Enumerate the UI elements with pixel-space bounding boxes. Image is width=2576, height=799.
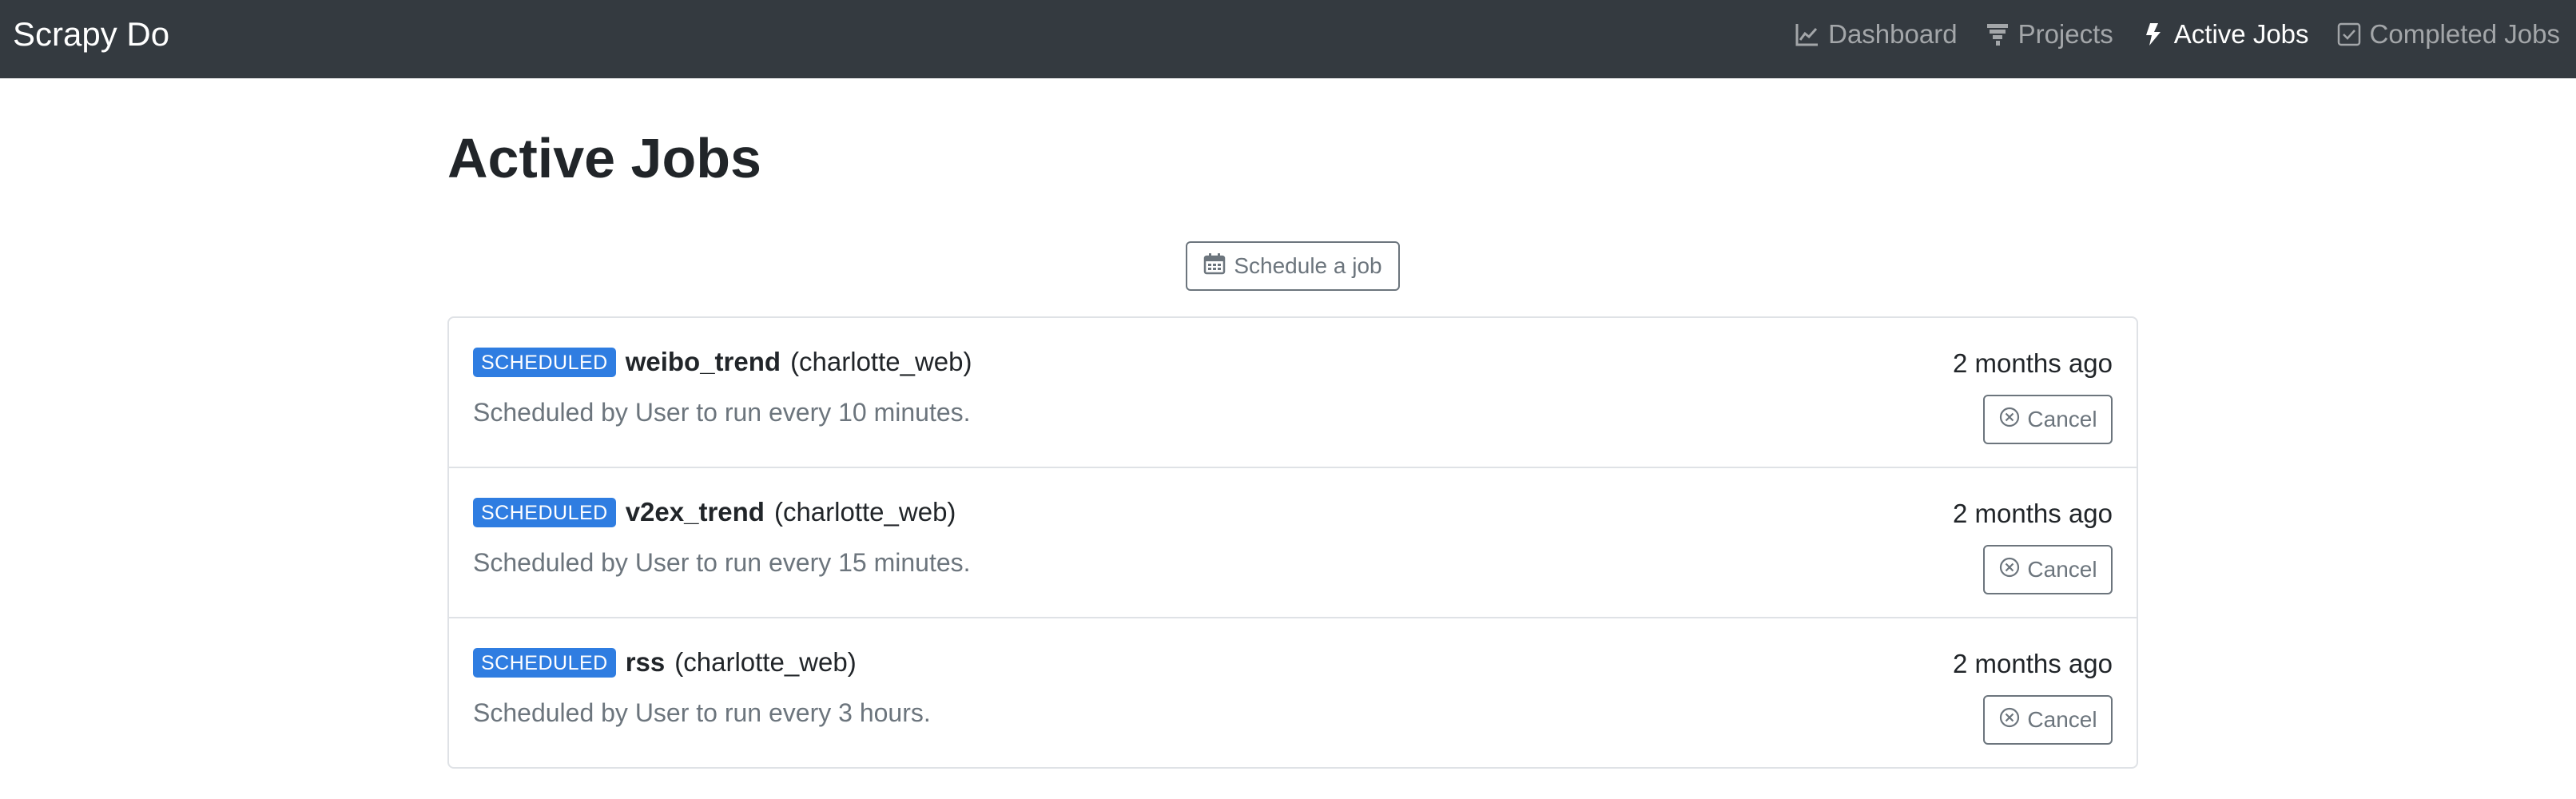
nav-item-completed-jobs[interactable]: Completed Jobs <box>2336 19 2560 50</box>
status-badge: SCHEDULED <box>473 497 616 527</box>
main-nav: Dashboard Projects Active Jobs Completed… <box>1795 0 2560 69</box>
bolt-icon <box>2141 22 2166 47</box>
projects-icon <box>1985 22 2010 47</box>
top-navbar: Scrapy Do Dashboard Projects Active Jobs… <box>0 0 2576 78</box>
nav-item-dashboard[interactable]: Dashboard <box>1795 19 1958 50</box>
cancel-label: Cancel <box>2027 557 2097 582</box>
nav-item-label: Completed Jobs <box>2369 19 2560 49</box>
cancel-circle-icon <box>1998 706 2021 734</box>
chart-line-icon <box>1795 22 1820 47</box>
cancel-button[interactable]: Cancel <box>1983 545 2113 594</box>
cancel-circle-icon <box>1998 406 2021 434</box>
nav-item-label: Projects <box>2017 19 2113 49</box>
job-row: SCHEDULED weibo_trend (charlotte_web) Sc… <box>449 318 2137 468</box>
job-time: 2 months ago <box>1953 348 2113 378</box>
nav-item-active-jobs[interactable]: Active Jobs <box>2141 19 2309 50</box>
status-badge: SCHEDULED <box>473 347 616 377</box>
job-header: SCHEDULED weibo_trend (charlotte_web) <box>473 347 972 377</box>
calendar-icon <box>1203 252 1226 280</box>
job-header: SCHEDULED v2ex_trend (charlotte_web) <box>473 497 956 527</box>
job-row: SCHEDULED v2ex_trend (charlotte_web) Sch… <box>449 468 2137 618</box>
page-title: Active Jobs <box>447 127 761 189</box>
job-header: SCHEDULED rss (charlotte_web) <box>473 647 857 678</box>
job-project: (charlotte_web) <box>773 497 956 527</box>
job-time: 2 months ago <box>1953 499 2113 528</box>
schedule-job-button[interactable]: Schedule a job <box>1186 241 1400 291</box>
job-list: SCHEDULED weibo_trend (charlotte_web) Sc… <box>447 316 2138 769</box>
job-row: SCHEDULED rss (charlotte_web) Scheduled … <box>449 618 2137 767</box>
job-description: Scheduled by User to run every 10 minute… <box>473 398 971 427</box>
job-project: (charlotte_web) <box>790 347 972 376</box>
nav-item-projects[interactable]: Projects <box>1985 19 2113 50</box>
job-name: rss <box>625 647 666 677</box>
job-name: v2ex_trend <box>625 497 765 527</box>
nav-item-label: Dashboard <box>1828 19 1958 49</box>
status-badge: SCHEDULED <box>473 647 616 678</box>
job-name: weibo_trend <box>625 347 781 376</box>
check-square-icon <box>2336 22 2362 47</box>
schedule-job-label: Schedule a job <box>1234 253 1382 278</box>
cancel-circle-icon <box>1998 556 2021 584</box>
cancel-label: Cancel <box>2027 407 2097 431</box>
cancel-button[interactable]: Cancel <box>1983 395 2113 444</box>
nav-item-label: Active Jobs <box>2173 19 2309 49</box>
job-description: Scheduled by User to run every 3 hours. <box>473 698 931 727</box>
brand-logo[interactable]: Scrapy Do <box>13 0 169 78</box>
job-description: Scheduled by User to run every 15 minute… <box>473 548 971 577</box>
job-project: (charlotte_web) <box>674 647 857 677</box>
cancel-button[interactable]: Cancel <box>1983 695 2113 745</box>
job-time: 2 months ago <box>1953 649 2113 678</box>
cancel-label: Cancel <box>2027 707 2097 732</box>
